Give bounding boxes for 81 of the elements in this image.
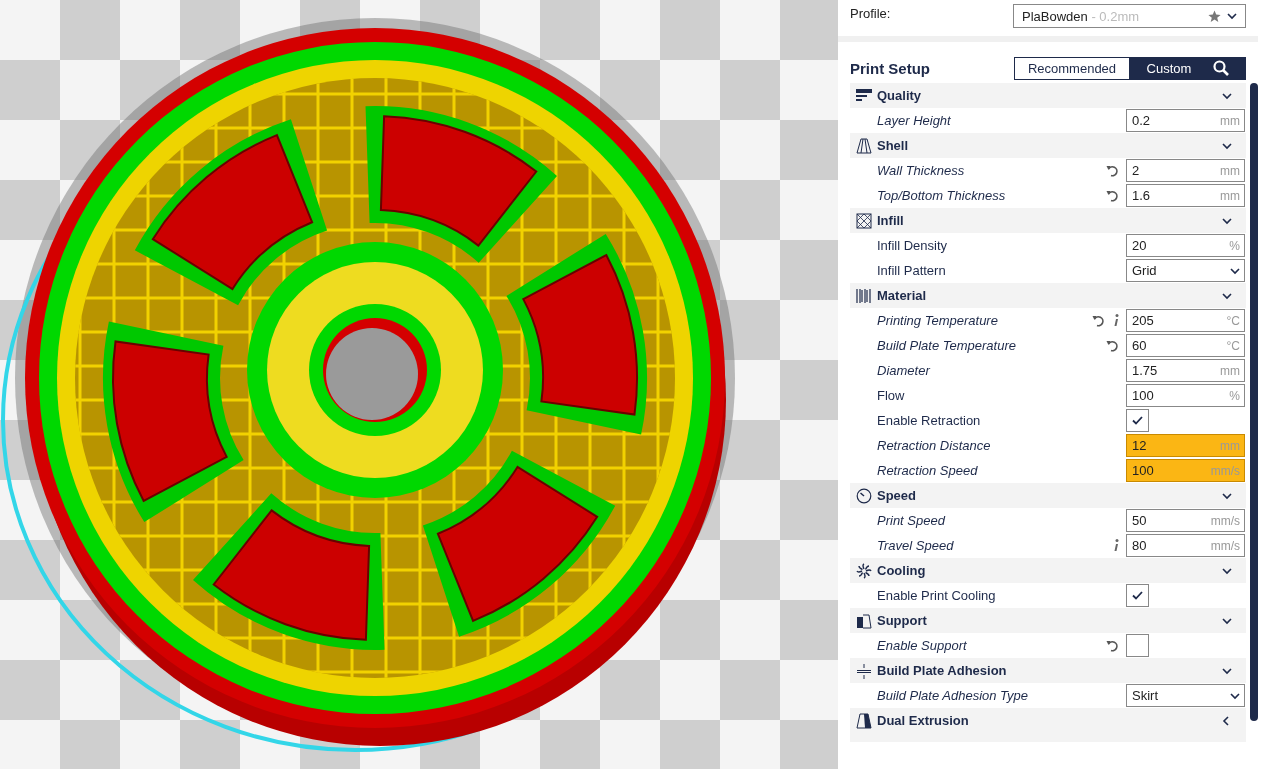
chevron-down-icon	[1222, 290, 1232, 301]
setting-label: Print Speed	[877, 513, 947, 528]
setting-label: Printing Temperature	[877, 313, 999, 328]
number-field[interactable]: 80 mm/s	[1126, 534, 1245, 557]
section-header[interactable]: Quality	[850, 83, 1246, 108]
reset-icon[interactable]	[1106, 639, 1119, 652]
dropdown-field[interactable]: Grid	[1126, 259, 1245, 282]
adhesion-icon	[856, 662, 872, 679]
setting-label: Enable Print Cooling	[877, 588, 997, 603]
number-field[interactable]: 2 mm	[1126, 159, 1245, 182]
checkmark-icon	[1132, 591, 1143, 600]
bars-icon	[856, 88, 872, 103]
mode-tab[interactable]: Recommended	[1014, 56, 1130, 80]
checkbox[interactable]	[1126, 634, 1149, 657]
reset-icon[interactable]	[1092, 314, 1105, 327]
number-field[interactable]: 12 mm	[1126, 434, 1245, 457]
checkbox[interactable]	[1126, 584, 1149, 607]
section-header[interactable]: Build Plate Adhesion	[850, 658, 1246, 683]
setting-label: Layer Height	[877, 113, 952, 128]
info-icon[interactable]	[1113, 314, 1119, 327]
stripes-icon	[856, 287, 872, 304]
chevron-down-icon	[1222, 215, 1232, 226]
fan-icon	[856, 562, 872, 579]
setting-label: Travel Speed	[877, 538, 955, 553]
section-header[interactable]: Shell	[850, 133, 1246, 158]
profile-label: Profile:	[850, 6, 891, 21]
reset-icon[interactable]	[1106, 339, 1119, 352]
setting-label: Diameter	[877, 363, 932, 378]
setting-label: Wall Thickness	[877, 163, 966, 178]
setting-label: Infill Density	[877, 238, 949, 253]
chevron-down-icon	[1230, 265, 1240, 276]
chevron-down-icon	[1222, 90, 1232, 101]
number-field[interactable]: 1.6 mm	[1126, 184, 1245, 207]
setting-label: Flow	[877, 388, 906, 403]
section-header[interactable]: Infill	[850, 208, 1246, 233]
section-header[interactable]: Speed	[850, 483, 1246, 508]
number-field[interactable]: 205 °C	[1126, 309, 1245, 332]
search-icon[interactable]	[1213, 60, 1230, 76]
setting-label: Enable Support	[877, 638, 968, 653]
setting-label: Build Plate Adhesion Type	[877, 688, 1030, 703]
star-icon[interactable]	[1208, 9, 1221, 23]
dropdown-field[interactable]: Skirt	[1126, 684, 1245, 707]
chevron-down-icon	[1222, 665, 1232, 676]
checkbox[interactable]	[1126, 409, 1149, 432]
print-setup-title: Print Setup	[850, 59, 930, 77]
chevron-left-icon	[1222, 715, 1232, 726]
shell-icon	[856, 137, 872, 154]
section-header[interactable]: Support	[850, 608, 1246, 633]
setting-label: Infill Pattern	[877, 263, 947, 278]
number-field[interactable]: 50 mm/s	[1126, 509, 1245, 532]
infill-icon	[856, 212, 872, 229]
setting-label: Top/Bottom Thickness	[877, 188, 1007, 203]
setting-label: Build Plate Temperature	[877, 338, 1017, 353]
chevron-down-icon	[1222, 615, 1232, 626]
chevron-down-icon	[1227, 11, 1237, 21]
number-field[interactable]: 60 °C	[1126, 334, 1245, 357]
support-icon	[856, 612, 872, 629]
nozzle-icon	[856, 712, 872, 729]
profile-dropdown[interactable]: PlaBowden - 0.2mm	[1013, 4, 1246, 28]
setting-label: Enable Retraction	[877, 413, 982, 428]
number-field[interactable]: 100 %	[1126, 384, 1245, 407]
reset-icon[interactable]	[1106, 164, 1119, 177]
info-icon[interactable]	[1113, 539, 1119, 552]
number-field[interactable]: 100 mm/s	[1126, 459, 1245, 482]
checkmark-icon	[1132, 416, 1143, 425]
section-header[interactable]: Cooling	[850, 558, 1246, 583]
mode-tab[interactable]: Custom	[1130, 56, 1246, 80]
number-field[interactable]: 1.75 mm	[1126, 359, 1245, 382]
section-header[interactable]: Dual Extrusion	[850, 708, 1246, 733]
gauge-icon	[856, 487, 872, 504]
scrollbar[interactable]	[1250, 83, 1258, 721]
setting-label: Retraction Distance	[877, 438, 992, 453]
section-header[interactable]: Material	[850, 283, 1246, 308]
chevron-down-icon	[1230, 690, 1240, 701]
number-field[interactable]: 20 %	[1126, 234, 1245, 257]
chevron-down-icon	[1222, 565, 1232, 576]
setting-label: Retraction Speed	[877, 463, 979, 478]
reset-icon[interactable]	[1106, 189, 1119, 202]
chevron-down-icon	[1222, 490, 1232, 501]
number-field[interactable]: 0.2 mm	[1126, 109, 1245, 132]
chevron-down-icon	[1222, 140, 1232, 151]
